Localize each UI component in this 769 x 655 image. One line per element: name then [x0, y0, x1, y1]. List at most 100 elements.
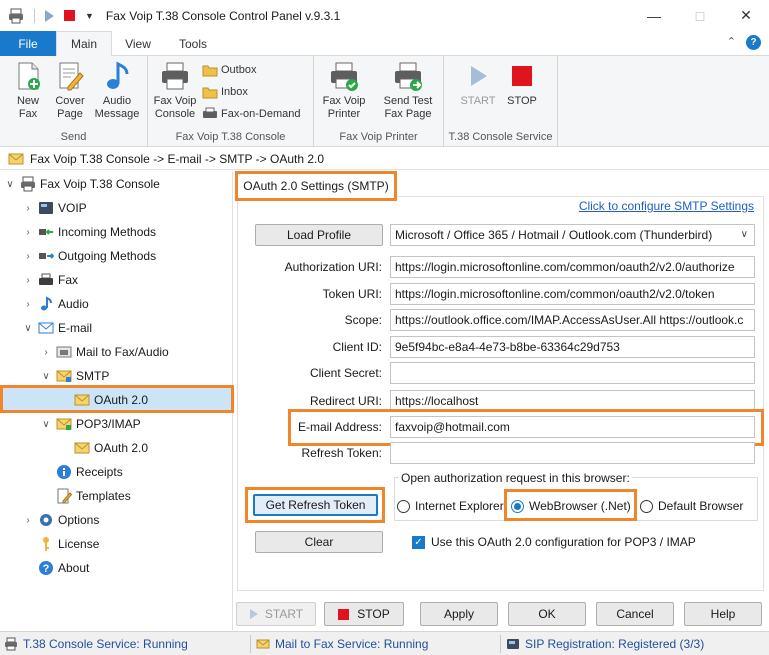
tree-item-pop3[interactable]: ∨ POP3/IMAP	[40, 414, 140, 434]
new-fax-button[interactable]: New Fax	[10, 60, 46, 121]
radio-circle-selected[interactable]	[511, 499, 524, 513]
tab-view[interactable]: View	[115, 31, 161, 56]
tree-item-incoming[interactable]: › Incoming Methods	[22, 222, 156, 242]
close-button[interactable]: ✕	[723, 0, 769, 31]
start-button[interactable]: START	[236, 602, 316, 626]
radio-webbrowser-net[interactable]: WebBrowser (.Net)	[511, 499, 631, 513]
tree-item-smtp[interactable]: ∨ SMTP	[40, 366, 109, 386]
maximize-button[interactable]: □	[677, 0, 723, 31]
minimize-button[interactable]: —	[631, 0, 677, 31]
start-button-label: START	[264, 607, 304, 621]
chevron-right-icon[interactable]: ›	[22, 275, 34, 286]
cover-page-button[interactable]: Cover Page	[52, 60, 88, 121]
help-button[interactable]: Help	[684, 602, 762, 626]
radio-label-ie: Internet Explorer	[415, 499, 504, 513]
send-test-fax-button[interactable]: Send Test Fax Page	[378, 60, 438, 121]
outbox-folder-icon	[202, 65, 218, 77]
tree-item-voip[interactable]: › VOIP	[22, 198, 87, 218]
tree-item-audio[interactable]: › Audio	[22, 294, 89, 314]
chevron-right-icon[interactable]: ›	[22, 203, 34, 214]
help-icon[interactable]: ?	[746, 35, 761, 50]
client-secret-field[interactable]	[390, 362, 755, 384]
radio-default-browser[interactable]: Default Browser	[640, 499, 743, 513]
tree-item-root[interactable]: ∨ Fax Voip T.38 Console	[4, 174, 160, 194]
chevron-right-icon[interactable]: ›	[22, 227, 34, 238]
chevron-down-icon[interactable]: ∨	[40, 419, 52, 430]
inbox-label: Inbox	[221, 86, 248, 98]
status-sip-text: SIP Registration: Registered (3/3)	[525, 637, 705, 651]
tree-item-options[interactable]: › Options	[22, 510, 99, 530]
service-stop-button[interactable]: STOP	[502, 60, 542, 108]
gear-icon	[40, 514, 52, 526]
oauth-mail-icon	[74, 442, 90, 454]
stop-icon	[338, 608, 350, 620]
inbox-button[interactable]: Inbox	[202, 84, 248, 100]
tree-item-templates[interactable]: Templates	[40, 486, 131, 506]
outbox-button[interactable]: Outbox	[202, 62, 256, 78]
email-field[interactable]: faxvoip@hotmail.com	[390, 416, 755, 438]
tab-main[interactable]: Main	[56, 31, 112, 57]
ok-button[interactable]: OK	[508, 602, 586, 626]
cover-page-icon	[59, 62, 84, 91]
fax-voip-printer-button[interactable]: Fax Voip Printer	[320, 60, 368, 121]
tree-label-voip: VOIP	[58, 201, 87, 215]
fax-voip-printer-label: Fax Voip Printer	[322, 95, 366, 120]
tree-label-fax: Fax	[58, 273, 79, 287]
tree-item-outgoing[interactable]: › Outgoing Methods	[22, 246, 156, 266]
ribbon: New Fax Cover Page Audio Message Send Fa…	[0, 56, 769, 147]
printer-app-icon	[9, 8, 23, 23]
chevron-down-icon[interactable]: ∨	[4, 179, 16, 190]
chevron-right-icon[interactable]: ›	[22, 251, 34, 262]
chevron-down-icon[interactable]: ∨	[40, 371, 52, 382]
fax-on-demand-button[interactable]: Fax-on-Demand	[202, 106, 300, 122]
radio-circle[interactable]	[640, 499, 653, 513]
chevron-right-icon[interactable]: ›	[22, 299, 34, 310]
svg-text:?: ?	[43, 563, 50, 575]
status-bar: T.38 Console Service: Running Mail to Fa…	[0, 631, 769, 655]
quick-stop-icon[interactable]	[64, 10, 75, 21]
tree-item-mail-to-fax[interactable]: › Mail to Fax/Audio	[40, 342, 168, 362]
clear-button[interactable]: Clear	[255, 531, 383, 553]
tree-label-license: License	[58, 537, 100, 551]
checkmark-icon[interactable]: ✓	[412, 535, 425, 549]
load-profile-button[interactable]: Load Profile	[255, 224, 383, 246]
profile-select[interactable]: Microsoft / Office 365 / Hotmail / Outlo…	[390, 224, 755, 246]
tree-item-fax[interactable]: › Fax	[22, 270, 78, 290]
client-id-field[interactable]: 9e5f94bc-e8a4-4e73-b8be-63364c29d753	[390, 336, 755, 358]
template-pencil-icon	[57, 488, 72, 504]
tree-item-receipts[interactable]: Receipts	[40, 462, 123, 482]
collapse-ribbon-icon[interactable]: ⌃	[727, 35, 736, 50]
tree-item-email[interactable]: ∨ E-mail	[22, 318, 92, 338]
chevron-right-icon[interactable]: ›	[22, 515, 34, 526]
audio-message-button[interactable]: Audio Message	[94, 60, 140, 121]
sip-phone-icon	[507, 639, 519, 649]
refresh-token-field[interactable]	[390, 442, 755, 464]
cancel-button[interactable]: Cancel	[596, 602, 674, 626]
window-title: Fax Voip T.38 Console Control Panel v.9.…	[105, 8, 341, 23]
auth-uri-field[interactable]: https://login.microsoftonline.com/common…	[390, 256, 755, 278]
token-uri-field[interactable]: https://login.microsoftonline.com/common…	[390, 283, 755, 305]
apply-button[interactable]: Apply	[420, 602, 498, 626]
quick-access-dropdown-icon[interactable]: ▼	[85, 11, 94, 21]
fax-voip-console-button[interactable]: Fax Voip Console	[152, 60, 198, 121]
service-stop-label: STOP	[507, 95, 537, 107]
tab-file[interactable]: File	[0, 31, 56, 56]
tree-item-about[interactable]: ? About	[22, 558, 89, 578]
tab-tools[interactable]: Tools	[166, 31, 220, 56]
settings-panel: OAuth 2.0 Settings (SMTP) Click to confi…	[234, 171, 769, 630]
tree-item-license[interactable]: License	[22, 534, 99, 554]
scope-field[interactable]: https://outlook.office.com/IMAP.AccessAs…	[390, 309, 755, 331]
get-refresh-token-button[interactable]: Get Refresh Token	[253, 494, 378, 516]
status-mail-to-fax: Mail to Fax Service: Running	[256, 632, 428, 655]
chevron-right-icon[interactable]: ›	[40, 347, 52, 358]
stop-button[interactable]: STOP	[324, 602, 404, 626]
tree-item-pop3-oauth[interactable]: OAuth 2.0	[58, 438, 148, 458]
use-for-pop3-checkbox[interactable]: ✓ Use this OAuth 2.0 configuration for P…	[412, 535, 696, 549]
tree-item-smtp-oauth[interactable]: OAuth 2.0	[58, 390, 148, 410]
chevron-down-icon[interactable]: ∨	[22, 323, 34, 334]
radio-circle[interactable]	[397, 499, 410, 513]
radio-internet-explorer[interactable]: Internet Explorer	[397, 499, 504, 513]
configure-smtp-link[interactable]: Click to configure SMTP Settings	[579, 199, 754, 213]
service-start-button[interactable]: START	[458, 60, 498, 108]
quick-start-icon[interactable]	[45, 9, 54, 22]
